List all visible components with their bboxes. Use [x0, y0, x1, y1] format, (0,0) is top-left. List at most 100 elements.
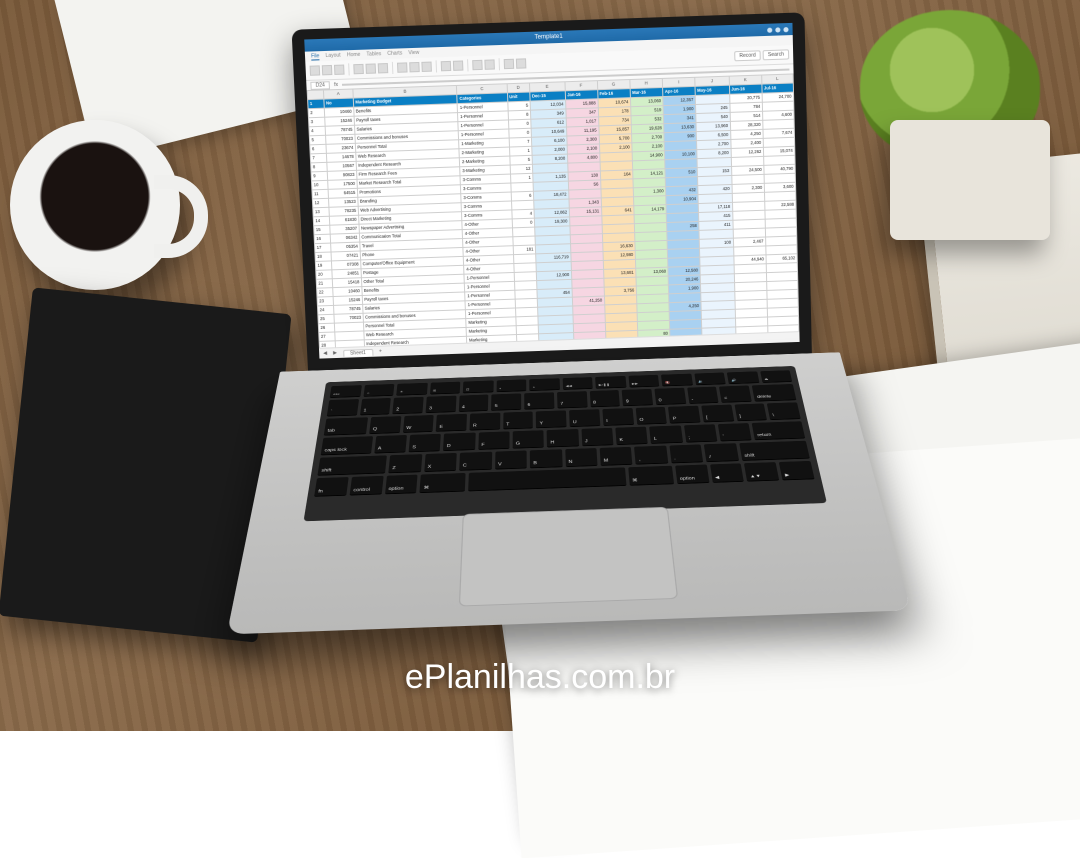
- key[interactable]: S: [409, 434, 442, 453]
- cut-icon[interactable]: [322, 65, 333, 75]
- key[interactable]: 8: [589, 390, 620, 407]
- key[interactable]: ◀◀: [562, 377, 593, 390]
- key[interactable]: A: [374, 435, 407, 454]
- key[interactable]: [468, 467, 626, 491]
- align-right-icon[interactable]: [421, 62, 432, 72]
- key[interactable]: 5: [491, 393, 521, 410]
- key[interactable]: 3: [426, 396, 457, 413]
- copy-icon[interactable]: [334, 65, 345, 75]
- key[interactable]: 2: [393, 397, 424, 414]
- key[interactable]: .: [669, 444, 703, 463]
- paste-icon[interactable]: [310, 65, 321, 75]
- key[interactable]: 6: [524, 392, 554, 409]
- trackpad[interactable]: [459, 507, 678, 607]
- keyboard[interactable]: esc☼☀⊞⊟◐◑◀◀▶/❚❚▶▶🔇🔉🔊⏏`1234567890-=delete…: [304, 366, 827, 521]
- sort-icon[interactable]: [504, 59, 515, 69]
- key[interactable]: N: [565, 448, 598, 467]
- key[interactable]: B: [530, 449, 562, 468]
- key[interactable]: R: [470, 413, 501, 431]
- key[interactable]: ▲▼: [744, 462, 779, 482]
- key[interactable]: H: [547, 429, 579, 447]
- key[interactable]: W: [403, 415, 434, 433]
- sheet-tab[interactable]: Sheet1: [343, 348, 373, 356]
- key[interactable]: tab: [324, 417, 368, 435]
- key[interactable]: ◑: [529, 378, 559, 391]
- key[interactable]: control: [349, 476, 383, 496]
- add-sheet-icon[interactable]: +: [379, 349, 382, 355]
- key[interactable]: ☼: [363, 384, 394, 397]
- key[interactable]: 0: [654, 388, 686, 405]
- key[interactable]: `: [327, 399, 359, 416]
- key[interactable]: fn: [314, 477, 348, 497]
- font-color-icon[interactable]: [453, 60, 464, 70]
- key[interactable]: return: [752, 421, 805, 440]
- key[interactable]: [: [701, 405, 734, 423]
- spreadsheet-grid[interactable]: ABCDEFGHIJKL1NoMarketing BudgetCategorie…: [307, 73, 800, 348]
- key[interactable]: 9: [622, 389, 653, 406]
- key[interactable]: Q: [369, 416, 401, 434]
- key[interactable]: M: [600, 447, 633, 466]
- key[interactable]: \: [767, 402, 801, 420]
- underline-icon[interactable]: [378, 63, 389, 73]
- key[interactable]: ◐: [496, 379, 526, 392]
- key[interactable]: I: [602, 408, 633, 426]
- key[interactable]: J: [581, 428, 613, 446]
- key[interactable]: 7: [557, 391, 587, 408]
- align-center-icon[interactable]: [409, 62, 420, 72]
- key[interactable]: E: [436, 414, 467, 432]
- key[interactable]: K: [615, 427, 648, 445]
- tab-layout[interactable]: Layout: [325, 52, 341, 59]
- tab-charts[interactable]: Charts: [387, 50, 402, 57]
- record-button[interactable]: Record: [734, 50, 761, 61]
- key[interactable]: 🔉: [694, 373, 726, 386]
- italic-icon[interactable]: [365, 63, 376, 73]
- key[interactable]: shift: [317, 455, 387, 475]
- key[interactable]: P: [668, 406, 700, 424]
- tab-view[interactable]: View: [408, 50, 419, 56]
- key[interactable]: esc: [330, 385, 362, 398]
- key[interactable]: T: [503, 411, 533, 429]
- key[interactable]: ▶/❚❚: [595, 376, 626, 389]
- key[interactable]: O: [635, 407, 667, 425]
- fill-color-icon[interactable]: [441, 61, 452, 71]
- key[interactable]: 🔊: [727, 371, 759, 384]
- key[interactable]: option: [675, 465, 709, 485]
- key[interactable]: 1: [360, 398, 392, 415]
- key[interactable]: ◀: [710, 463, 745, 483]
- window-controls[interactable]: [767, 27, 788, 33]
- key[interactable]: X: [424, 453, 457, 472]
- key[interactable]: /: [704, 443, 739, 462]
- tab-home[interactable]: Home: [347, 52, 361, 59]
- key[interactable]: U: [569, 409, 600, 427]
- key[interactable]: ⊟: [463, 381, 493, 394]
- key[interactable]: ▶: [779, 461, 815, 480]
- key[interactable]: ;: [684, 424, 718, 442]
- key[interactable]: C: [459, 452, 491, 471]
- currency-icon[interactable]: [472, 60, 483, 70]
- percent-icon[interactable]: [484, 59, 495, 69]
- search-box[interactable]: Search: [763, 49, 789, 60]
- tab-file[interactable]: File: [311, 53, 320, 60]
- key[interactable]: V: [495, 450, 527, 469]
- key[interactable]: F: [478, 431, 510, 449]
- key[interactable]: ⌘: [420, 473, 465, 493]
- key[interactable]: D: [443, 433, 475, 452]
- key[interactable]: 4: [459, 395, 489, 412]
- key[interactable]: ': [718, 423, 752, 441]
- key[interactable]: -: [687, 387, 719, 404]
- align-left-icon[interactable]: [397, 62, 408, 72]
- key[interactable]: ☀: [396, 383, 427, 396]
- key[interactable]: ▶▶: [628, 375, 659, 388]
- key[interactable]: option: [385, 475, 418, 495]
- key[interactable]: G: [513, 430, 544, 448]
- key[interactable]: ,: [634, 446, 668, 465]
- key[interactable]: delete: [752, 384, 797, 402]
- key[interactable]: caps lock: [321, 436, 373, 455]
- tab-tables[interactable]: Tables: [366, 51, 381, 58]
- key[interactable]: Y: [536, 410, 567, 428]
- key[interactable]: =: [719, 385, 752, 402]
- key[interactable]: Z: [389, 454, 422, 473]
- sheet-nav-prev-icon[interactable]: ◀: [323, 350, 327, 356]
- key[interactable]: ⊞: [430, 382, 461, 395]
- key[interactable]: ⌘: [628, 466, 674, 486]
